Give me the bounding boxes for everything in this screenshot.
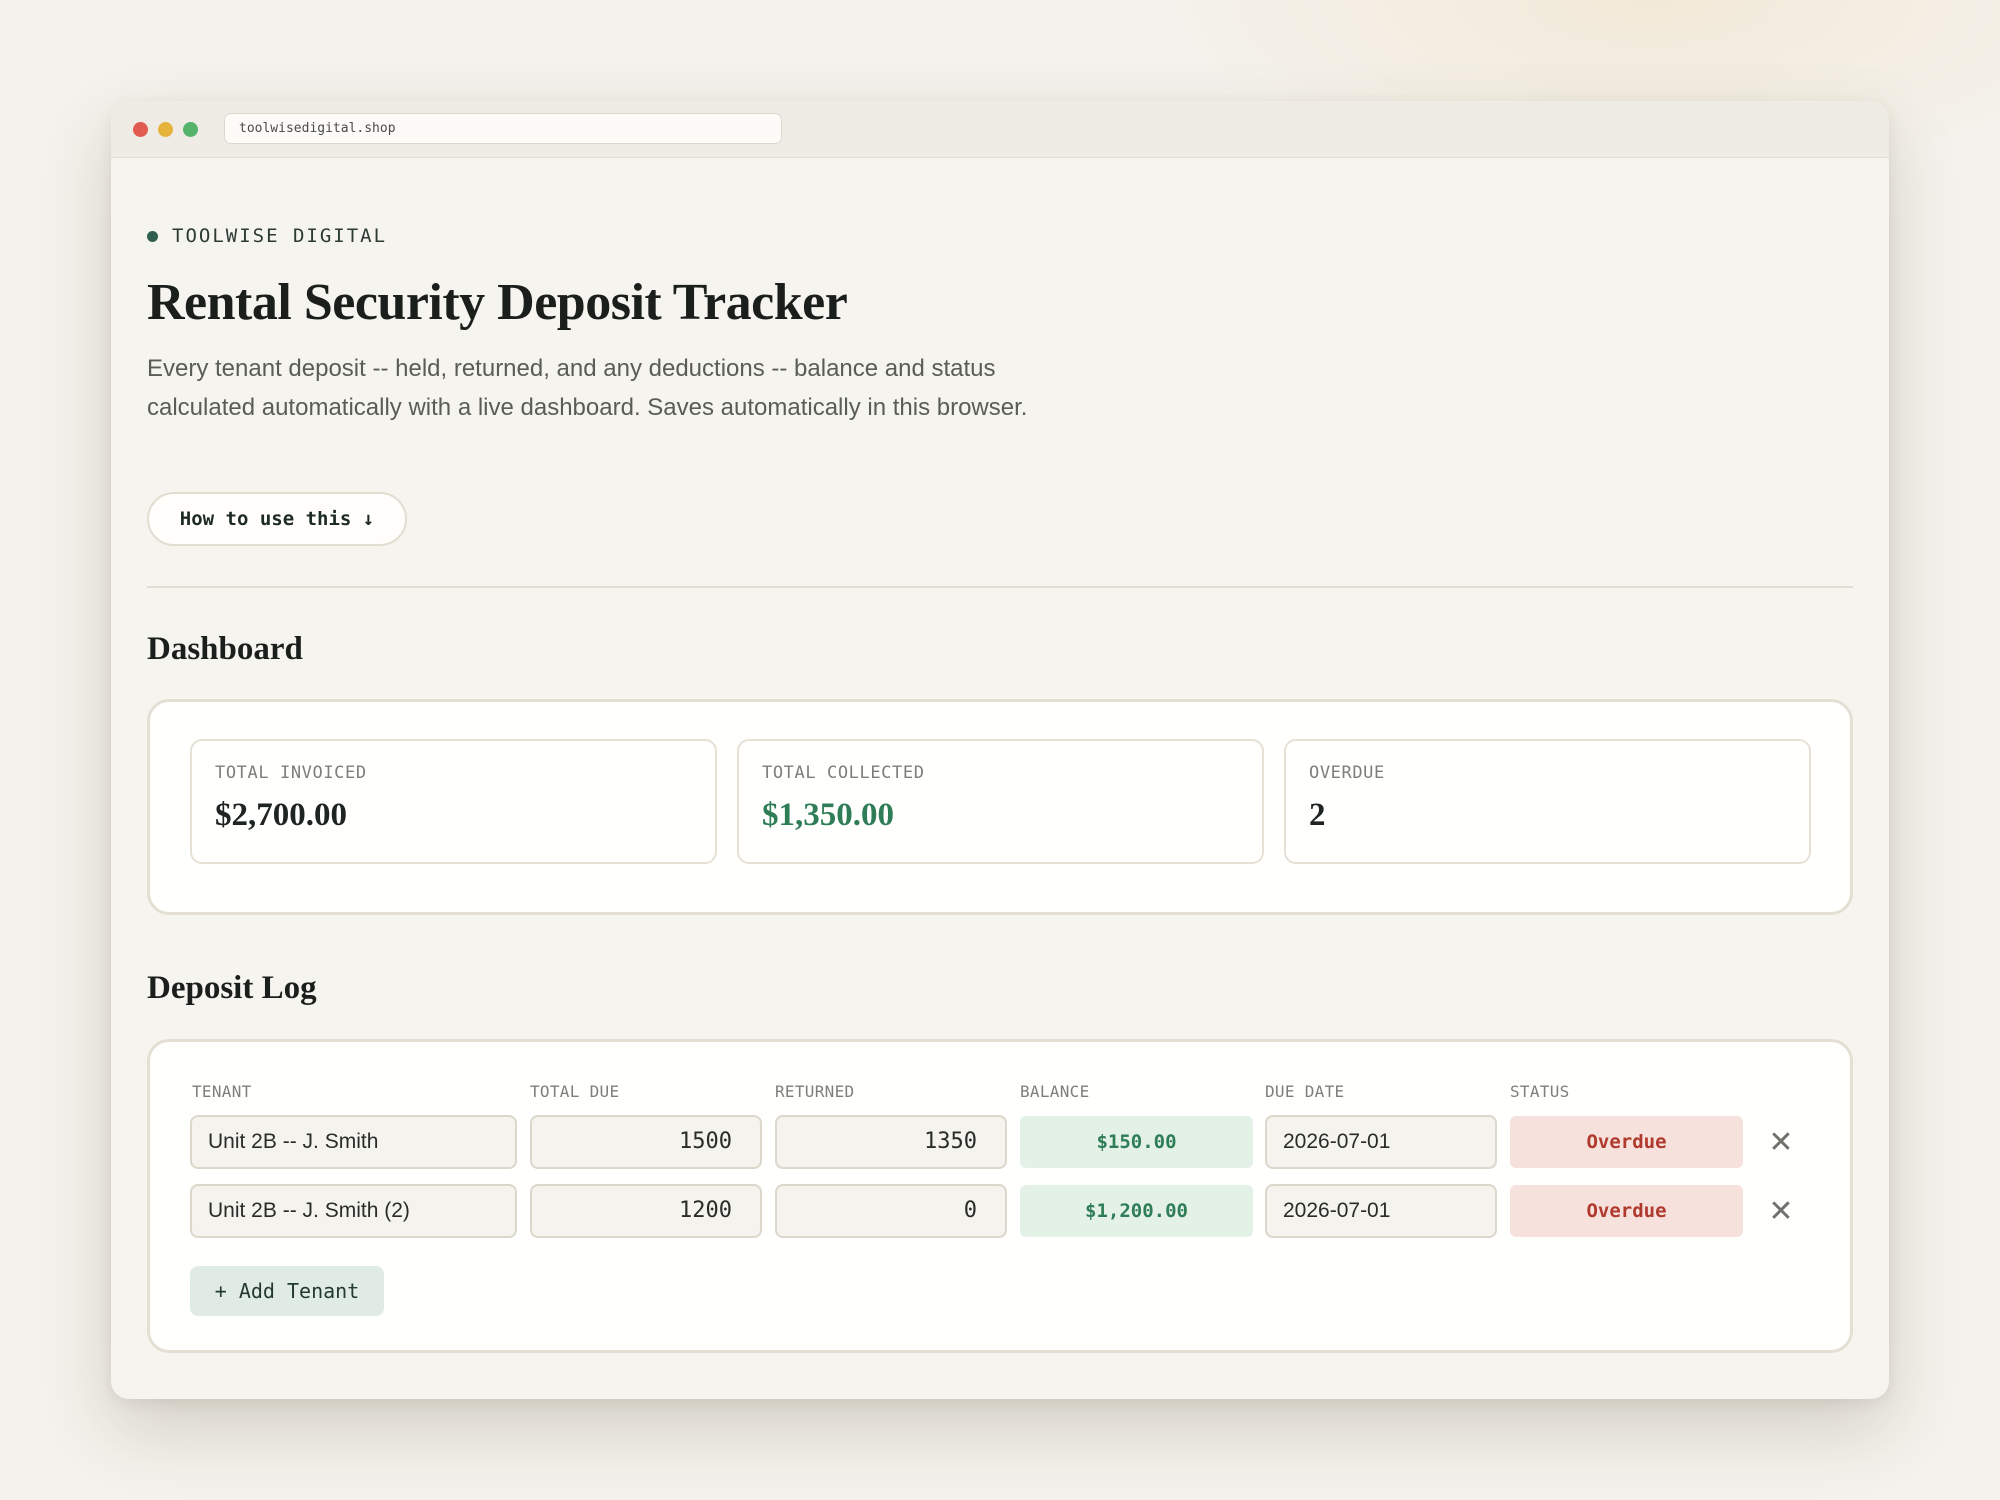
delete-row-icon[interactable]: ✕ bbox=[1766, 1126, 1796, 1159]
status-badge: Overdue bbox=[1510, 1185, 1743, 1237]
delete-row-icon[interactable]: ✕ bbox=[1766, 1195, 1796, 1228]
column-header-due-date: DUE DATE bbox=[1265, 1082, 1345, 1101]
stat-label: TOTAL COLLECTED bbox=[762, 763, 925, 783]
column-header-total-due: TOTAL DUE bbox=[530, 1082, 620, 1101]
browser-titlebar: toolwisedigital.shop bbox=[111, 101, 1889, 158]
tenant-input[interactable]: Unit 2B -- J. Smith (2) bbox=[190, 1184, 517, 1238]
balance-badge: $150.00 bbox=[1020, 1116, 1253, 1168]
stat-value: $1,350.00 bbox=[762, 797, 894, 833]
returned-input[interactable]: 1350 bbox=[775, 1115, 1007, 1169]
deposit-log-heading: Deposit Log bbox=[147, 970, 317, 1006]
due-date-input[interactable]: 2026-07-01 bbox=[1265, 1184, 1497, 1238]
dashboard-card: TOTAL INVOICED $2,700.00 TOTAL COLLECTED… bbox=[147, 699, 1853, 915]
stat-value: 2 bbox=[1309, 797, 1326, 833]
stat-overdue: OVERDUE 2 bbox=[1284, 739, 1811, 864]
column-header-returned: RETURNED bbox=[775, 1082, 855, 1101]
brand-dot-icon bbox=[147, 230, 158, 242]
divider bbox=[147, 586, 1853, 588]
column-header-status: STATUS bbox=[1510, 1082, 1570, 1101]
tenant-input[interactable]: Unit 2B -- J. Smith bbox=[190, 1115, 517, 1169]
total-due-input[interactable]: 1500 bbox=[530, 1115, 762, 1169]
deposit-log-card: TENANT TOTAL DUE RETURNED BALANCE DUE DA… bbox=[147, 1039, 1853, 1353]
brand-label: TOOLWISE DIGITAL bbox=[172, 225, 388, 247]
browser-window: toolwisedigital.shop TOOLWISE DIGITAL Re… bbox=[111, 101, 1889, 1399]
stat-label: OVERDUE bbox=[1309, 763, 1385, 783]
maximize-window-icon[interactable] bbox=[183, 122, 198, 137]
balance-badge: $1,200.00 bbox=[1020, 1185, 1253, 1237]
how-to-use-button[interactable]: How to use this ↓ bbox=[147, 492, 407, 546]
page-description: Every tenant deposit -- held, returned, … bbox=[147, 355, 1028, 421]
returned-input[interactable]: 0 bbox=[775, 1184, 1007, 1238]
due-date-input[interactable]: 2026-07-01 bbox=[1265, 1115, 1497, 1169]
address-bar[interactable]: toolwisedigital.shop bbox=[224, 113, 782, 144]
stat-total-invoiced: TOTAL INVOICED $2,700.00 bbox=[190, 739, 717, 864]
status-badge: Overdue bbox=[1510, 1116, 1743, 1168]
stat-total-collected: TOTAL COLLECTED $1,350.00 bbox=[737, 739, 1264, 864]
brand: TOOLWISE DIGITAL bbox=[147, 225, 387, 247]
page-title: Rental Security Deposit Tracker bbox=[147, 274, 848, 331]
minimize-window-icon[interactable] bbox=[158, 122, 173, 137]
add-tenant-button[interactable]: + Add Tenant bbox=[190, 1266, 384, 1316]
close-window-icon[interactable] bbox=[133, 122, 148, 137]
stat-label: TOTAL INVOICED bbox=[215, 763, 367, 783]
dashboard-heading: Dashboard bbox=[147, 631, 303, 667]
column-header-balance: BALANCE bbox=[1020, 1082, 1090, 1101]
stat-value: $2,700.00 bbox=[215, 797, 347, 833]
column-header-tenant: TENANT bbox=[192, 1082, 252, 1101]
total-due-input[interactable]: 1200 bbox=[530, 1184, 762, 1238]
